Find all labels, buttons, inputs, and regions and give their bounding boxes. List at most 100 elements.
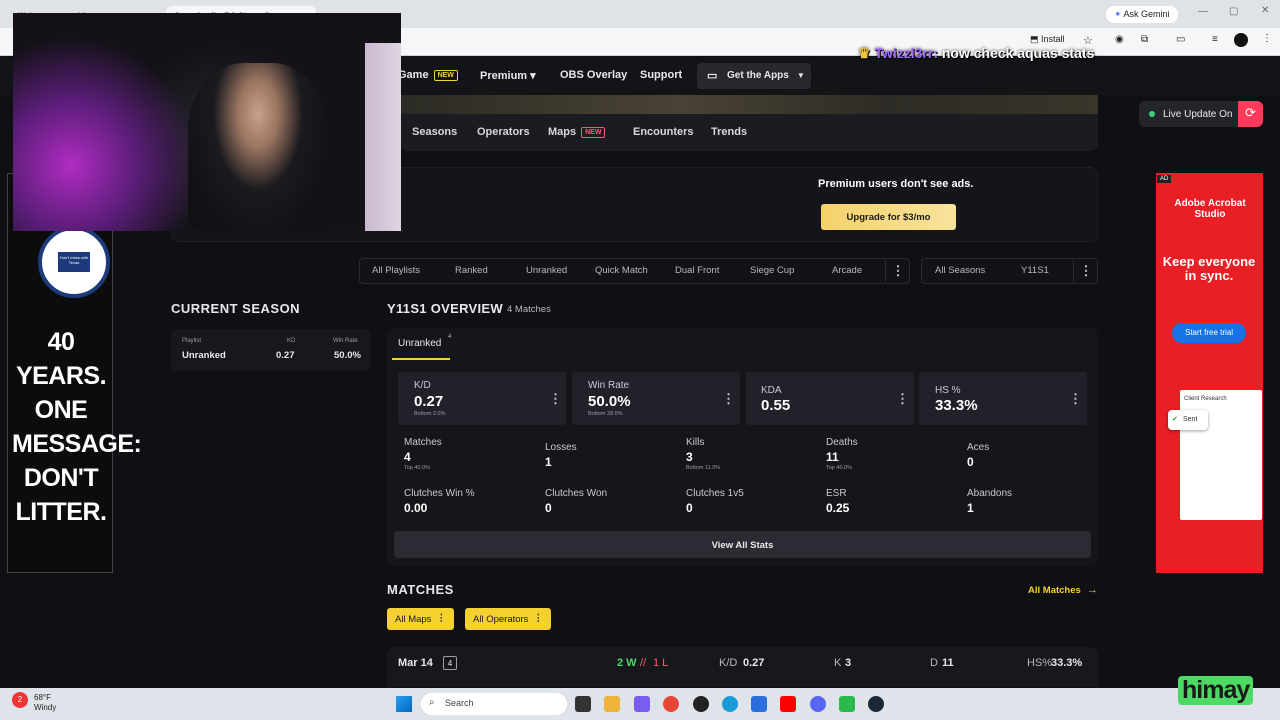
season-winrate-value: 50.0% — [334, 350, 361, 361]
chrome-icon[interactable] — [663, 696, 679, 712]
profile-avatar[interactable] — [1234, 33, 1248, 47]
chat-username: Twizzl3rr: — [874, 45, 938, 61]
youtube-icon[interactable] — [780, 696, 796, 712]
minimize-icon[interactable]: — — [1198, 6, 1208, 17]
filter-unranked[interactable]: Unranked — [526, 265, 567, 276]
season-playlist-value: Unranked — [182, 350, 226, 361]
stat-losses-label: Losses — [545, 442, 577, 453]
install-icon: ⬒ — [1030, 34, 1042, 44]
stat-deaths-label: Deaths — [826, 437, 858, 448]
more-menu-icon[interactable]: ⋮ — [1262, 33, 1272, 44]
nav-support[interactable]: Support — [640, 69, 682, 81]
broadcast-icon[interactable]: ◉ — [1115, 34, 1124, 45]
webcam-streamer — [188, 63, 328, 231]
filter-siege-cup[interactable]: Siege Cup — [750, 265, 794, 276]
get-apps-button[interactable]: ▭ Get the Apps ▼ — [697, 63, 811, 89]
steam-icon[interactable] — [868, 696, 884, 712]
card-kda-more-icon[interactable]: ⋮ — [896, 392, 909, 405]
card-hs-more-icon[interactable]: ⋮ — [1069, 392, 1082, 405]
sidepanel-icon[interactable]: ▭ — [1176, 34, 1185, 45]
tab-trends[interactable]: Trends — [711, 126, 747, 138]
weather-alert-badge[interactable]: 2 — [12, 692, 28, 708]
matches-title: MATCHES — [387, 582, 454, 597]
stat-matches-value: 4 — [404, 450, 411, 464]
match-wins: 2 W — [617, 657, 637, 669]
upgrade-button[interactable]: Upgrade for $3/mo — [821, 204, 956, 230]
ad-tag: AD — [1157, 175, 1172, 183]
nav-premium[interactable]: Premium ▾ — [480, 69, 536, 82]
reading-list-icon[interactable]: ≡ — [1212, 34, 1218, 45]
filter-dual-front[interactable]: Dual Front — [675, 265, 719, 276]
stat-abandons-value: 1 — [967, 501, 974, 515]
season-kd-value: 0.27 — [276, 350, 295, 361]
filter-all-seasons[interactable]: All Seasons — [935, 265, 985, 276]
tab-underline — [392, 358, 450, 360]
nav-game[interactable]: Game NEW — [398, 69, 458, 81]
maximize-icon[interactable]: ▢ — [1229, 6, 1238, 17]
check-icon: ✔ — [1172, 416, 1178, 423]
weather-widget[interactable]: 68°F Windy — [34, 693, 56, 713]
discord-icon[interactable] — [810, 696, 826, 712]
stat-losses-value: 1 — [545, 455, 552, 469]
ad-seal-logo: Don't mess with Texas — [38, 226, 110, 298]
col-playlist-label: Playlist — [182, 338, 202, 344]
filter-arcade[interactable]: Arcade — [832, 265, 862, 276]
extensions-icon[interactable]: ⧉ — [1141, 34, 1148, 45]
ad-brand: Adobe Acrobat Studio — [1174, 198, 1246, 220]
match-separator: // — [640, 657, 647, 669]
taskbar-search[interactable]: ⌕ Search — [421, 693, 567, 715]
view-all-stats-button[interactable]: View All Stats — [394, 531, 1091, 558]
ask-gemini-button[interactable]: ✦ Ask Gemini — [1106, 6, 1178, 23]
card-kd-title: K/D — [414, 380, 431, 391]
crown-icon: ♛ — [858, 45, 875, 61]
tab-maps[interactable]: Maps NEW — [548, 126, 606, 138]
ad-sent-chip: ✔ Sent — [1168, 410, 1208, 430]
stat-esr-value: 0.25 — [826, 501, 850, 515]
seal-center: Don't mess with Texas — [58, 252, 90, 272]
stat-deaths-value: 11 — [826, 450, 839, 464]
start-free-trial-button[interactable]: Start free trial — [1172, 323, 1246, 343]
match-k-label: K — [834, 657, 842, 669]
current-season-title: CURRENT SEASON — [171, 301, 301, 316]
match-kd-label: K/D — [719, 657, 738, 669]
app-green-icon[interactable] — [839, 696, 855, 712]
match-d-label: D — [930, 657, 938, 669]
streamer-logo: himay — [1178, 676, 1254, 705]
card-kd-more-icon[interactable]: ⋮ — [549, 392, 562, 405]
task-view-icon[interactable] — [575, 696, 591, 712]
filter-all-playlists[interactable]: All Playlists — [372, 265, 420, 276]
stat-matches-label: Matches — [404, 437, 442, 448]
windows-start-icon[interactable] — [396, 696, 412, 712]
edge-icon[interactable] — [722, 696, 738, 712]
card-kda-value: 0.55 — [761, 397, 791, 414]
install-button[interactable]: ⬒ Install — [1030, 34, 1065, 45]
season-more-icon[interactable]: ⋮ — [1073, 260, 1098, 282]
playlist-more-icon[interactable]: ⋮ — [885, 260, 910, 282]
nav-obs-overlay[interactable]: OBS Overlay — [560, 69, 627, 81]
filter-season-y11s1[interactable]: Y11S1 — [1021, 265, 1049, 276]
monitor-icon: ▭ — [707, 70, 718, 82]
card-kd-value: 0.27 — [414, 393, 444, 410]
all-maps-filter[interactable]: All Maps ⋮ — [387, 608, 454, 630]
stat-kills-sub: Bottom 11.0% — [686, 465, 721, 471]
tab-unranked[interactable]: Unranked — [398, 338, 441, 349]
all-matches-link[interactable]: All Matches → — [1028, 584, 1098, 596]
webcam-background-door — [365, 43, 401, 231]
tab-seasons[interactable]: Seasons — [412, 126, 457, 138]
tab-operators[interactable]: Operators — [477, 126, 530, 138]
filter-ranked[interactable]: Ranked — [455, 265, 488, 276]
file-explorer-icon[interactable] — [604, 696, 620, 712]
copilot-icon[interactable] — [634, 696, 650, 712]
close-icon[interactable]: ✕ — [1261, 5, 1269, 16]
card-winrate-more-icon[interactable]: ⋮ — [722, 392, 735, 405]
refresh-icon[interactable]: ⟳ — [1238, 101, 1263, 127]
all-operators-filter[interactable]: All Operators ⋮ — [465, 608, 551, 630]
ad-headline: Keep everyone in sync. — [1162, 254, 1256, 283]
ad-doc-title: Client Research — [1184, 396, 1227, 402]
obs-icon[interactable] — [693, 696, 709, 712]
match-date: Mar 14 — [398, 657, 433, 669]
store-icon[interactable] — [751, 696, 767, 712]
match-kd-value: 0.27 — [743, 657, 765, 669]
filter-quick-match[interactable]: Quick Match — [595, 265, 648, 276]
tab-encounters[interactable]: Encounters — [633, 126, 694, 138]
